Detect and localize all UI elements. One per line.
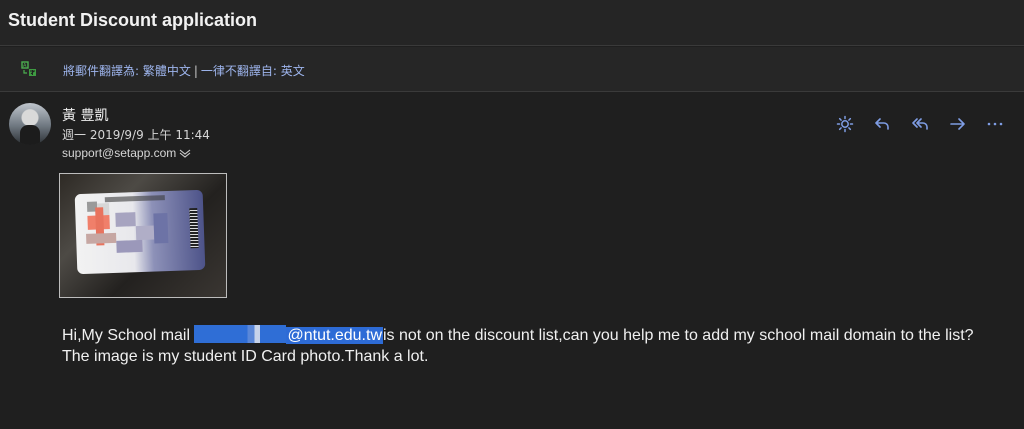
sender-name[interactable]: 黃 豊凱 — [62, 105, 108, 125]
redacted-email-user — [194, 325, 287, 343]
body-text-before: Hi,My School mail — [62, 327, 195, 344]
chevron-down-icon[interactable] — [178, 148, 192, 158]
reply-all-icon[interactable] — [910, 114, 930, 134]
email-subject: Student Discount application — [8, 10, 258, 30]
translation-bar: A 將郵件翻譯為: 繁體中文 | 一律不翻譯自: 英文 — [0, 47, 1024, 92]
sent-date: 週一 2019/9/9 上午 11:44 — [62, 128, 210, 142]
never-translate-link[interactable]: 一律不翻譯自: 英文 — [201, 64, 305, 78]
student-id-card-photo — [74, 189, 206, 275]
title-bar: Student Discount application — [0, 0, 1024, 46]
message-body: Hi,My School mail @ntut.edu.twis not on … — [62, 325, 1002, 367]
separator: | — [193, 64, 198, 78]
recipient-line[interactable]: support@setapp.com — [62, 146, 192, 160]
sun-icon[interactable] — [835, 114, 855, 134]
attachment-image[interactable] — [59, 173, 227, 298]
recipient-address: support@setapp.com — [62, 146, 177, 160]
reply-icon[interactable] — [872, 114, 892, 134]
translate-icon: A — [21, 61, 36, 76]
forward-icon[interactable] — [948, 114, 968, 134]
more-icon[interactable] — [985, 114, 1005, 134]
svg-text:A: A — [23, 63, 27, 69]
translate-message-link[interactable]: 將郵件翻譯為: 繁體中文 — [63, 64, 191, 78]
sender-avatar[interactable] — [9, 103, 51, 145]
translation-options: 將郵件翻譯為: 繁體中文 | 一律不翻譯自: 英文 — [63, 62, 305, 79]
body-text-after: is not on the discount list,can you help… — [383, 327, 974, 344]
body-line-2: The image is my student ID Card photo.Th… — [62, 348, 429, 365]
email-domain-highlight: @ntut.edu.tw — [286, 327, 383, 344]
